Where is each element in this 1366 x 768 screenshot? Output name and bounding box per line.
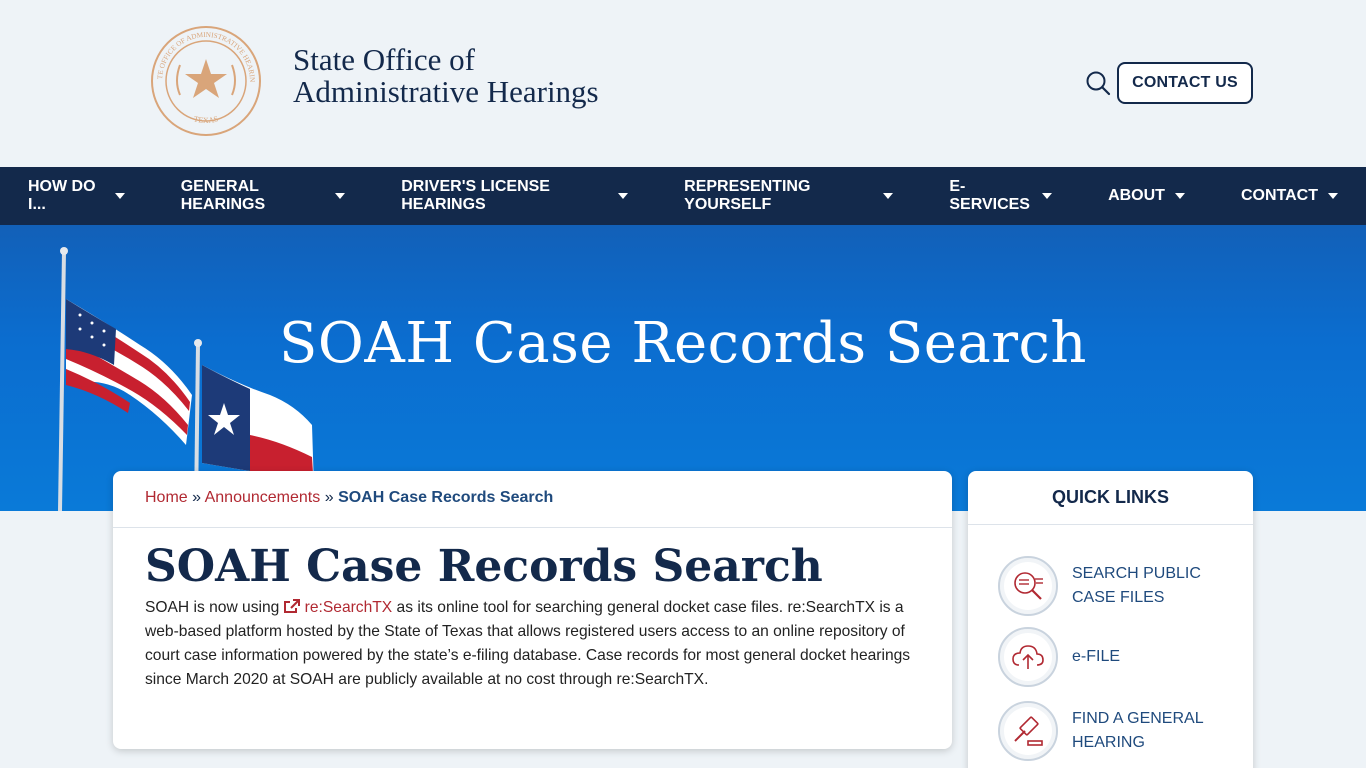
contact-us-button[interactable]: CONTACT US xyxy=(1117,62,1253,104)
caret-down-icon xyxy=(883,193,894,199)
quick-link-find-a-general-hearing[interactable]: FIND A GENERAL HEARING xyxy=(998,701,1238,761)
nav-item-general-hearings[interactable]: GENERAL HEARINGS xyxy=(153,167,374,225)
gavel-icon xyxy=(998,701,1058,761)
nav-item-contact[interactable]: CONTACT xyxy=(1213,167,1366,225)
nav-label: E-SERVICES xyxy=(949,178,1030,213)
external-link-icon xyxy=(283,599,300,613)
caret-down-icon xyxy=(1042,193,1053,199)
nav-item-e-services[interactable]: E-SERVICES xyxy=(921,167,1080,225)
caret-down-icon xyxy=(1327,193,1338,199)
quick-links-title: QUICK LINKS xyxy=(1052,487,1169,507)
page-title: SOAH Case Records Search xyxy=(145,541,823,592)
search-documents-icon xyxy=(998,556,1058,616)
seal-text-bottom: TEXAS xyxy=(193,114,220,125)
breadcrumb: Home » Announcements » SOAH Case Records… xyxy=(145,489,553,507)
site-title-line2: Administrative Hearings xyxy=(293,74,599,109)
quick-link-label: FIND A GENERAL HEARING xyxy=(1072,710,1203,751)
nav-label: ABOUT xyxy=(1108,187,1165,204)
link-label: re:SearchTX xyxy=(304,599,393,616)
intro-paragraph: SOAH is now using re:SearchTX as its onl… xyxy=(145,596,925,692)
quick-links-panel: QUICK LINKS SEARCH PUBLIC CASE FILES e-F… xyxy=(968,471,1253,768)
content-card: Home » Announcements » SOAH Case Records… xyxy=(113,471,952,749)
hero-banner: SOAH Case Records Search xyxy=(0,225,1366,511)
nav-label: GENERAL HEARINGS xyxy=(180,178,266,213)
site-title-line1: State Office of xyxy=(293,42,475,77)
caret-down-icon xyxy=(335,193,346,199)
paragraph-text: SOAH is now using xyxy=(145,599,284,616)
main-navigation: HOW DO I... GENERAL HEARINGS DRIVER'S LI… xyxy=(0,167,1366,225)
breadcrumb-separator: » xyxy=(192,489,202,506)
nav-item-representing-yourself[interactable]: REPRESENTING YOURSELF xyxy=(656,167,921,225)
nav-label: DRIVER'S LICENSE HEARINGS xyxy=(401,178,550,213)
caret-down-icon xyxy=(1174,193,1185,199)
quick-link-search-public-case-files[interactable]: SEARCH PUBLIC CASE FILES xyxy=(998,556,1238,616)
divider xyxy=(968,524,1253,525)
nav-item-drivers-license-hearings[interactable]: DRIVER'S LICENSE HEARINGS xyxy=(373,167,656,225)
quick-link-label: e-FILE xyxy=(1072,648,1121,665)
caret-down-icon xyxy=(114,193,125,199)
texas-seal-logo[interactable]: STATE OFFICE OF ADMINISTRATIVE HEARINGS … xyxy=(150,25,262,137)
nav-label: CONTACT xyxy=(1240,187,1318,204)
cloud-upload-icon xyxy=(998,627,1058,687)
breadcrumb-current: SOAH Case Records Search xyxy=(338,489,554,506)
search-icon[interactable] xyxy=(1085,70,1111,96)
site-title[interactable]: State Office of Administrative Hearings xyxy=(293,44,599,108)
site-header: STATE OFFICE OF ADMINISTRATIVE HEARINGS … xyxy=(0,0,1366,167)
nav-item-about[interactable]: ABOUT xyxy=(1080,167,1213,225)
nav-label: REPRESENTING YOURSELF xyxy=(684,178,811,213)
divider xyxy=(113,527,952,528)
breadcrumb-separator: » xyxy=(324,489,334,506)
research-tx-link[interactable]: re:SearchTX xyxy=(283,599,393,616)
breadcrumb-home-link[interactable]: Home xyxy=(145,489,188,506)
quick-link-e-file[interactable]: e-FILE xyxy=(998,627,1238,687)
breadcrumb-announcements-link[interactable]: Announcements xyxy=(205,489,321,506)
nav-label: HOW DO I... xyxy=(28,178,96,213)
quick-link-label: SEARCH PUBLIC CASE FILES xyxy=(1072,565,1201,606)
caret-down-icon xyxy=(618,193,629,199)
hero-title: SOAH Case Records Search xyxy=(279,311,1087,376)
nav-item-how-do-i[interactable]: HOW DO I... xyxy=(0,167,153,225)
